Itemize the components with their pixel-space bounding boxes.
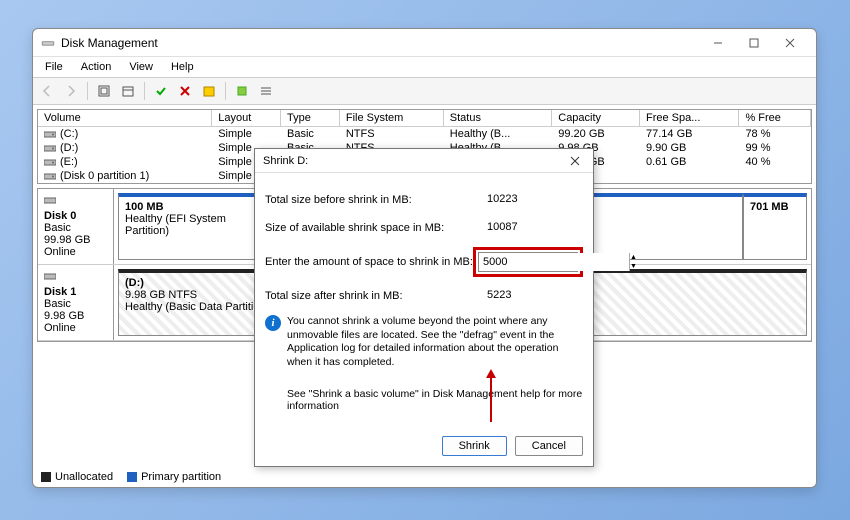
total-after-label: Total size after shrink in MB:	[265, 290, 483, 302]
menu-view[interactable]: View	[121, 59, 161, 75]
col-header[interactable]: Capacity	[552, 110, 640, 127]
col-header[interactable]: Type	[280, 110, 339, 127]
forward-icon[interactable]	[61, 81, 81, 101]
disk-info[interactable]: Disk 1Basic9.98 GBOnline	[38, 265, 114, 340]
separator	[87, 82, 88, 100]
shrink-dialog: Shrink D: Total size before shrink in MB…	[254, 148, 594, 467]
volume-row[interactable]: (C:)SimpleBasicNTFSHealthy (B...99.20 GB…	[38, 127, 811, 142]
mount-icon[interactable]	[232, 81, 252, 101]
shrink-button[interactable]: Shrink	[442, 436, 507, 456]
dialog-title: Shrink D:	[263, 155, 565, 167]
col-header[interactable]: Layout	[212, 110, 281, 127]
total-before-label: Total size before shrink in MB:	[265, 194, 483, 206]
dialog-close-button[interactable]	[565, 152, 585, 170]
help-text: See "Shrink a basic volume" in Disk Mana…	[287, 388, 583, 412]
legend-primary: Primary partition	[141, 471, 221, 483]
properties-icon[interactable]	[118, 81, 138, 101]
spin-down-icon[interactable]: ▼	[630, 262, 637, 271]
menu-help[interactable]: Help	[163, 59, 202, 75]
info-icon: i	[265, 315, 281, 331]
available-label: Size of available shrink space in MB:	[265, 222, 483, 234]
available-value: 10087	[483, 219, 583, 237]
legend-unallocated: Unallocated	[55, 471, 113, 483]
back-icon[interactable]	[37, 81, 57, 101]
highlight-box: ▲▼	[473, 247, 583, 277]
spin-up-icon[interactable]: ▲	[630, 253, 637, 262]
action-icon[interactable]	[151, 81, 171, 101]
toolbar	[33, 77, 816, 105]
app-icon	[41, 36, 55, 50]
annotation-arrow	[490, 372, 492, 422]
menu-action[interactable]: Action	[73, 59, 120, 75]
delete-icon[interactable]	[175, 81, 195, 101]
shrink-amount-spinner[interactable]: ▲▼	[478, 252, 578, 272]
maximize-button[interactable]	[736, 31, 772, 55]
dialog-titlebar: Shrink D:	[255, 149, 593, 173]
close-button[interactable]	[772, 31, 808, 55]
help-icon[interactable]	[199, 81, 219, 101]
legend-swatch-unallocated	[41, 472, 51, 482]
info-text: You cannot shrink a volume beyond the po…	[287, 315, 583, 370]
disk-info[interactable]: Disk 0Basic99.98 GBOnline	[38, 189, 114, 264]
total-after-value: 5223	[483, 287, 583, 305]
shrink-amount-input[interactable]	[479, 253, 629, 271]
menubar: File Action View Help	[33, 57, 816, 77]
partition[interactable]: 701 MB	[743, 193, 807, 260]
refresh-icon[interactable]	[94, 81, 114, 101]
col-header[interactable]: File System	[339, 110, 443, 127]
enter-shrink-label: Enter the amount of space to shrink in M…	[265, 256, 473, 268]
menu-file[interactable]: File	[37, 59, 71, 75]
partition[interactable]: 100 MBHealthy (EFI System Partition)	[118, 193, 272, 260]
col-header[interactable]: Status	[443, 110, 551, 127]
total-before-value: 10223	[483, 191, 583, 209]
minimize-button[interactable]	[700, 31, 736, 55]
col-header[interactable]: Volume	[38, 110, 212, 127]
list-icon[interactable]	[256, 81, 276, 101]
separator	[144, 82, 145, 100]
cancel-button[interactable]: Cancel	[515, 436, 583, 456]
col-header[interactable]: % Free	[739, 110, 811, 127]
legend: Unallocated Primary partition	[41, 471, 221, 483]
legend-swatch-primary	[127, 472, 137, 482]
col-header[interactable]: Free Spa...	[639, 110, 738, 127]
separator	[225, 82, 226, 100]
titlebar: Disk Management	[33, 29, 816, 57]
window-title: Disk Management	[61, 36, 700, 50]
